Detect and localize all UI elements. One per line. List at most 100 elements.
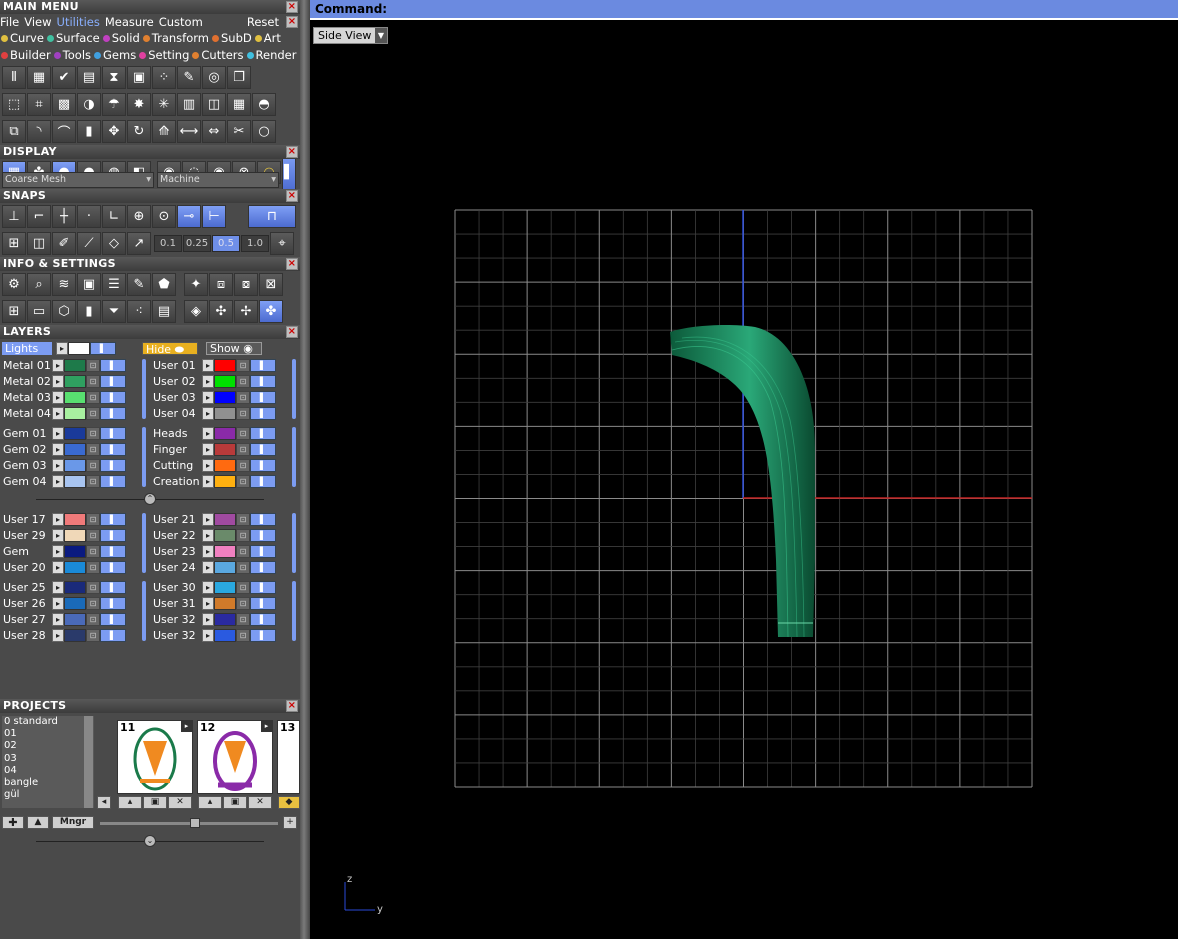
bars-icon[interactable]: ▮ xyxy=(77,120,101,143)
layer-color-swatch[interactable] xyxy=(214,458,236,472)
shade-icon[interactable]: ◑ xyxy=(77,93,101,116)
category-transform[interactable]: Transform xyxy=(142,30,209,47)
project-list-item[interactable]: 04 xyxy=(4,765,94,777)
layer-group-bar[interactable] xyxy=(142,359,146,419)
layer-name[interactable]: Creation xyxy=(150,475,202,488)
layer-color-swatch[interactable] xyxy=(214,358,236,372)
panel-splitter[interactable] xyxy=(300,0,310,939)
move-icon[interactable]: ✥ xyxy=(102,120,126,143)
category-solid[interactable]: Solid xyxy=(102,30,140,47)
chevron-down-icon[interactable]: ▼ xyxy=(375,28,387,43)
project-list-item[interactable]: 03 xyxy=(4,753,94,765)
layer-color-swatch[interactable] xyxy=(214,596,236,610)
layer-color-swatch[interactable] xyxy=(64,458,86,472)
layer-arrow-icon[interactable]: ▸ xyxy=(52,426,64,440)
split-icon[interactable]: ⟷ xyxy=(177,120,201,143)
snap-cube-icon[interactable]: ◫ xyxy=(27,232,51,255)
filter-icon[interactable]: ⏷ xyxy=(102,300,126,323)
layer-name[interactable]: User 21 xyxy=(150,513,202,526)
lock-icon[interactable]: ⊡ xyxy=(236,528,250,542)
layer-visible-toggle[interactable]: ▌ xyxy=(100,358,126,372)
layer-name[interactable]: Gem 02 xyxy=(0,443,52,456)
axes-move-icon[interactable]: ✢ xyxy=(234,300,258,323)
lock-icon[interactable]: ⊡ xyxy=(86,528,100,542)
layer-name[interactable]: Cutting xyxy=(150,459,202,472)
layer-arrow-icon[interactable]: ▸ xyxy=(202,512,214,526)
lock-icon[interactable]: ⊡ xyxy=(236,612,250,626)
list-icon[interactable]: ☰ xyxy=(102,273,126,296)
gem-icon[interactable]: ⬟ xyxy=(152,273,176,296)
project-thumbnail[interactable]: 12 ▸ xyxy=(197,720,273,794)
add-project-button[interactable]: ✚ xyxy=(2,816,24,829)
dots-icon[interactable]: ⁖ xyxy=(127,300,151,323)
lock-icon[interactable]: ⊡ xyxy=(236,560,250,574)
layer-color-swatch[interactable] xyxy=(64,612,86,626)
layer-group-bar[interactable] xyxy=(292,581,296,641)
arc-icon[interactable]: ◝ xyxy=(27,120,51,143)
category-subd[interactable]: SubD xyxy=(211,30,252,47)
layer-color-swatch[interactable] xyxy=(214,580,236,594)
layer-color-swatch[interactable] xyxy=(214,560,236,574)
lock-icon[interactable]: ⊡ xyxy=(86,544,100,558)
frame-copy-icon[interactable]: ⧈ xyxy=(209,273,233,296)
material-select[interactable]: Machine xyxy=(157,172,279,188)
layer-visible-toggle[interactable]: ▌ xyxy=(100,612,126,626)
layer-name[interactable]: User 32 xyxy=(150,629,202,642)
layer-name[interactable]: Gem 04 xyxy=(0,475,52,488)
layer-arrow-icon[interactable]: ▸ xyxy=(202,458,214,472)
show-button[interactable]: Show ◉ xyxy=(206,341,262,355)
layer-color-swatch[interactable] xyxy=(64,474,86,488)
pen-icon[interactable]: ✎ xyxy=(177,66,201,89)
snap-toggle-icon[interactable]: ⊓ xyxy=(248,205,296,228)
project-list-scrollbar[interactable] xyxy=(84,716,93,808)
layer-visible-toggle[interactable]: ▌ xyxy=(100,528,126,542)
layer-arrow-icon[interactable]: ▸ xyxy=(52,442,64,456)
snap-line-icon[interactable]: ⊸ xyxy=(177,205,201,228)
snap-diagonal-icon[interactable]: ⟋ xyxy=(77,232,101,255)
layer-name[interactable]: Metal 02 xyxy=(0,375,52,388)
lock-icon[interactable]: ⊡ xyxy=(236,406,250,420)
toggle-icon[interactable]: ▌ xyxy=(282,153,296,192)
lock-icon[interactable]: ⊡ xyxy=(86,442,100,456)
lock-icon[interactable]: ⊡ xyxy=(86,374,100,388)
layer-name[interactable]: Metal 04 xyxy=(0,407,52,420)
lock-icon[interactable]: ⊡ xyxy=(86,580,100,594)
layer-group-bar[interactable] xyxy=(142,581,146,641)
lock-icon[interactable]: ⊡ xyxy=(236,544,250,558)
layer-visible-toggle[interactable]: ▌ xyxy=(100,406,126,420)
layer-name[interactable]: User 23 xyxy=(150,545,202,558)
layer-color-swatch[interactable] xyxy=(64,596,86,610)
layer-color-swatch[interactable] xyxy=(214,528,236,542)
lock-icon[interactable]: ⊡ xyxy=(236,390,250,404)
thumbnail-up-button[interactable]: ▴ xyxy=(198,796,222,809)
layer-arrow-icon[interactable]: ▸ xyxy=(52,596,64,610)
document-icon[interactable]: ▤ xyxy=(77,66,101,89)
layer-arrow-icon[interactable]: ▸ xyxy=(202,560,214,574)
layer-name[interactable]: User 28 xyxy=(0,629,52,642)
layer-visible-toggle[interactable]: ▌ xyxy=(250,442,276,456)
layer-visible-toggle[interactable]: ▌ xyxy=(250,580,276,594)
thumbnail-delete-button[interactable]: ✕ xyxy=(248,796,272,809)
layer-color-swatch[interactable] xyxy=(64,544,86,558)
notes-icon[interactable]: ▤ xyxy=(152,300,176,323)
project-list-item[interactable]: 02 xyxy=(4,740,94,752)
layer-arrow-icon[interactable]: ▸ xyxy=(202,358,214,372)
layer-color-swatch[interactable] xyxy=(214,512,236,526)
hat-icon[interactable]: ◓ xyxy=(252,93,276,116)
lamp-icon[interactable]: ✦ xyxy=(184,273,208,296)
runner-icon[interactable]: ☂ xyxy=(102,93,126,116)
table-icon[interactable]: ▥ xyxy=(177,93,201,116)
layer-visible-toggle[interactable]: ▌ xyxy=(250,426,276,440)
layer-color-swatch[interactable] xyxy=(64,512,86,526)
windows-icon[interactable]: ⊞ xyxy=(2,300,26,323)
layer-visible-toggle[interactable]: ▌ xyxy=(250,560,276,574)
layer-name[interactable]: User 04 xyxy=(150,407,202,420)
dancer-icon[interactable]: ✸ xyxy=(127,93,151,116)
project-thumbnail[interactable]: 11 ▸ xyxy=(117,720,193,794)
layer-name[interactable]: User 22 xyxy=(150,529,202,542)
lights-visible-toggle[interactable]: ▌ xyxy=(90,341,116,355)
layer-name[interactable]: User 30 xyxy=(150,581,202,594)
view-select[interactable]: Side View ▼ xyxy=(313,27,388,44)
layer-arrow-icon[interactable]: ▸ xyxy=(52,612,64,626)
axes-active-icon[interactable]: ✤ xyxy=(259,300,283,323)
